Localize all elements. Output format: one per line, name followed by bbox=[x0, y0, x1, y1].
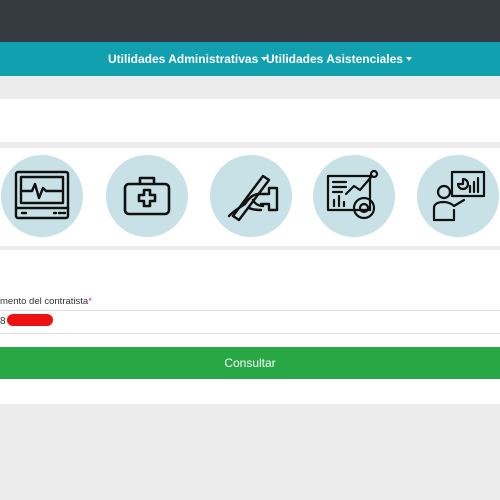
header-card bbox=[0, 99, 500, 142]
presenter-chart-icon[interactable] bbox=[417, 155, 499, 237]
caret-down-icon bbox=[405, 56, 412, 61]
main-navbar: Utilidades Administrativas Utilidades As… bbox=[0, 42, 500, 76]
nav-utilidades-administrativas[interactable]: Utilidades Administrativas bbox=[108, 42, 268, 76]
consultar-button[interactable]: Consultar bbox=[0, 347, 500, 379]
redacted-value bbox=[6, 314, 53, 327]
nav-label: Utilidades Asistenciales bbox=[266, 52, 403, 66]
nav-utilidades-asistenciales[interactable]: Utilidades Asistenciales bbox=[266, 42, 412, 76]
signing-hand-icon[interactable] bbox=[210, 155, 292, 237]
document-label-text: mento del contratista bbox=[0, 296, 89, 307]
module-icons bbox=[0, 148, 500, 246]
document-label: mento del contratista* bbox=[0, 296, 92, 307]
monitor-ecg-icon[interactable] bbox=[1, 155, 83, 237]
document-input-value: 8 bbox=[0, 316, 6, 327]
top-bar bbox=[0, 0, 500, 42]
analytics-dashboard-icon[interactable] bbox=[313, 155, 395, 237]
required-mark: * bbox=[88, 296, 92, 307]
medical-kit-icon[interactable] bbox=[106, 155, 188, 237]
document-input[interactable]: 8 bbox=[0, 310, 500, 334]
nav-label: Utilidades Administrativas bbox=[108, 52, 259, 66]
